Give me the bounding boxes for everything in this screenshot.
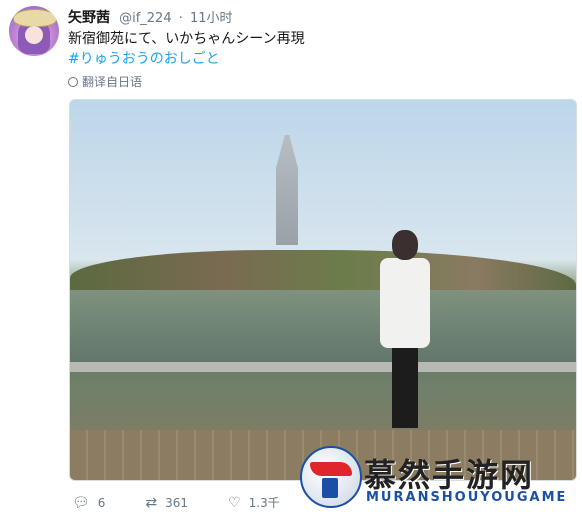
hashtag-link[interactable]: #りゅうおうのおしごと (68, 48, 220, 68)
bridge-railing (70, 362, 576, 372)
like-button[interactable]: ♡ 1.3千 (228, 494, 280, 511)
tweet-text: 新宿御苑にて、いかちゃんシーン再現 (68, 31, 305, 47)
author-name[interactable]: 矢野茜 (68, 10, 110, 26)
person-legs (392, 348, 418, 428)
heart-icon: ♡ (228, 494, 241, 511)
retweet-button[interactable]: ⇄ 361 (145, 496, 188, 510)
tweet-photo[interactable] (69, 99, 577, 481)
like-count: 1.3千 (248, 496, 280, 510)
pond-shape (70, 290, 576, 370)
person-coat (380, 258, 430, 348)
watermark: 慕然手游网 MURANSHOUYOUGAME (300, 446, 582, 518)
author-handle[interactable]: @if_224 (119, 11, 172, 26)
translate-label: 翻译自日语 (82, 75, 143, 89)
retweet-count: 361 (165, 495, 189, 510)
tweet-actions: 💬︎ 6 ⇄ 361 ♡ 1.3千 (72, 494, 320, 511)
avatar-face (25, 26, 43, 44)
tower-shape (276, 135, 298, 245)
translate-link[interactable]: 翻译自日语 (68, 73, 142, 90)
reply-icon: 💬︎ (72, 494, 90, 511)
person-head (392, 230, 418, 260)
avatar-hat (13, 9, 57, 27)
tweet-time[interactable]: 11小时 (190, 11, 233, 26)
person-figure (370, 230, 438, 430)
avatar[interactable] (9, 6, 59, 56)
watermark-en-text: MURANSHOUYOUGAME (366, 490, 568, 505)
reply-count: 6 (97, 495, 106, 510)
separator-dot: · (178, 11, 183, 26)
globe-icon (68, 76, 78, 87)
watermark-logo (300, 446, 362, 508)
tweet-header: 矢野茜 @if_224 · 11小时 (68, 7, 232, 27)
retweet-icon: ⇄ (145, 494, 158, 511)
reply-button[interactable]: 💬︎ 6 (72, 496, 105, 510)
